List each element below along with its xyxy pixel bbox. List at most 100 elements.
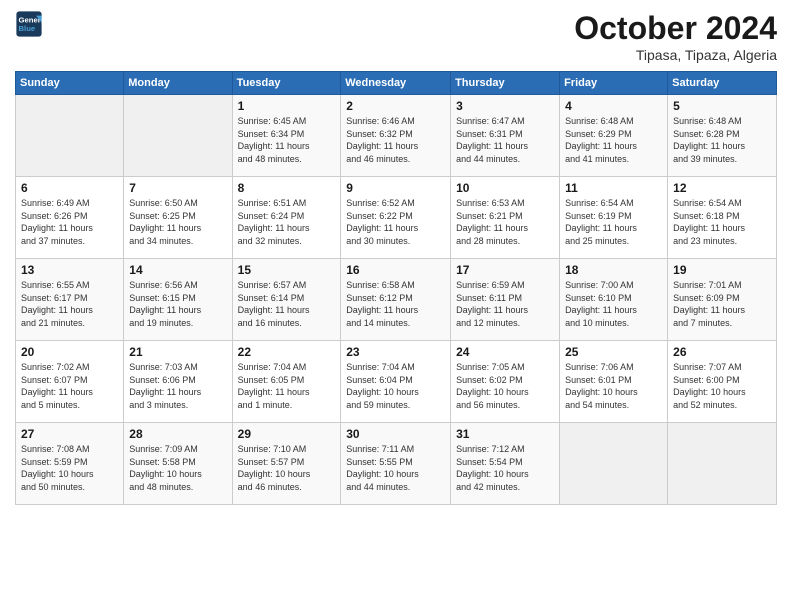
day-info: Sunrise: 7:01 AM Sunset: 6:09 PM Dayligh… — [673, 279, 771, 329]
day-number: 29 — [238, 427, 336, 441]
calendar-cell: 2Sunrise: 6:46 AM Sunset: 6:32 PM Daylig… — [341, 95, 451, 177]
day-info: Sunrise: 6:56 AM Sunset: 6:15 PM Dayligh… — [129, 279, 226, 329]
calendar-cell: 26 Sunrise: 7:07 AM Sunset: 6:00 PM Dayli… — [668, 341, 777, 423]
calendar-cell: 27Sunrise: 7:08 AM Sunset: 5:59 PM Dayli… — [16, 423, 124, 505]
calendar-cell — [560, 423, 668, 505]
calendar-cell: 21Sunrise: 7:03 AM Sunset: 6:06 PM Dayli… — [124, 341, 232, 423]
svg-text:Blue: Blue — [19, 24, 36, 33]
day-number: 30 — [346, 427, 445, 441]
day-number: 11 — [565, 181, 662, 195]
calendar-cell: 16 Sunrise: 6:58 AM Sunset: 6:12 PM Dayli… — [341, 259, 451, 341]
calendar-cell: 28 Sunrise: 7:09 AM Sunset: 5:58 PM Dayli… — [124, 423, 232, 505]
day-number: 6 — [21, 181, 118, 195]
day-number: 26 — [673, 345, 771, 359]
day-info: Sunrise: 6:48 AM Sunset: 6:28 PM Dayligh… — [673, 115, 771, 165]
day-number: 19 — [673, 263, 771, 277]
calendar-cell: 29 Sunrise: 7:10 AM Sunset: 5:57 PM Dayli… — [232, 423, 341, 505]
calendar-cell: 22 Sunrise: 7:04 AM Sunset: 6:05 PM Dayli… — [232, 341, 341, 423]
calendar-cell: 20 Sunrise: 7:02 AM Sunset: 6:07 PM Dayli… — [16, 341, 124, 423]
calendar-cell: 31Sunrise: 7:12 AM Sunset: 5:54 PM Dayli… — [451, 423, 560, 505]
day-info: Sunrise: 6:50 AM Sunset: 6:25 PM Dayligh… — [129, 197, 226, 247]
day-info: Sunrise: 6:51 AM Sunset: 6:24 PM Dayligh… — [238, 197, 336, 247]
day-number: 9 — [346, 181, 445, 195]
day-info: Sunrise: 7:07 AM Sunset: 6:00 PM Dayligh… — [673, 361, 771, 411]
calendar-cell: 1 Sunrise: 6:45 AM Sunset: 6:34 PM Daylig… — [232, 95, 341, 177]
day-info: Sunrise: 6:47 AM Sunset: 6:31 PM Dayligh… — [456, 115, 554, 165]
calendar-cell: 19 Sunrise: 7:01 AM Sunset: 6:09 PM Dayli… — [668, 259, 777, 341]
calendar-cell: 17 Sunrise: 6:59 AM Sunset: 6:11 PM Dayli… — [451, 259, 560, 341]
day-number: 25 — [565, 345, 662, 359]
logo-icon: General Blue — [15, 10, 43, 38]
col-saturday: Saturday — [668, 72, 777, 95]
col-thursday: Thursday — [451, 72, 560, 95]
day-info: Sunrise: 7:04 AM Sunset: 6:05 PM Dayligh… — [238, 361, 336, 411]
day-info: Sunrise: 7:09 AM Sunset: 5:58 PM Dayligh… — [129, 443, 226, 493]
day-info: Sunrise: 7:05 AM Sunset: 6:02 PM Dayligh… — [456, 361, 554, 411]
calendar-cell: 9 Sunrise: 6:52 AM Sunset: 6:22 PM Daylig… — [341, 177, 451, 259]
month-title: October 2024 — [574, 10, 777, 47]
day-info: Sunrise: 7:02 AM Sunset: 6:07 PM Dayligh… — [21, 361, 118, 411]
calendar-cell: 11 Sunrise: 6:54 AM Sunset: 6:19 PM Dayli… — [560, 177, 668, 259]
day-info: Sunrise: 7:00 AM Sunset: 6:10 PM Dayligh… — [565, 279, 662, 329]
day-number: 12 — [673, 181, 771, 195]
week-row-3: 13 Sunrise: 6:55 AM Sunset: 6:17 PM Dayli… — [16, 259, 777, 341]
day-number: 1 — [238, 99, 336, 113]
day-info: Sunrise: 6:59 AM Sunset: 6:11 PM Dayligh… — [456, 279, 554, 329]
day-number: 2 — [346, 99, 445, 113]
day-number: 7 — [129, 181, 226, 195]
day-info: Sunrise: 7:06 AM Sunset: 6:01 PM Dayligh… — [565, 361, 662, 411]
col-friday: Friday — [560, 72, 668, 95]
calendar-cell — [16, 95, 124, 177]
day-number: 4 — [565, 99, 662, 113]
col-sunday: Sunday — [16, 72, 124, 95]
day-number: 20 — [21, 345, 118, 359]
calendar-table: Sunday Monday Tuesday Wednesday Thursday… — [15, 71, 777, 505]
calendar-cell: 8 Sunrise: 6:51 AM Sunset: 6:24 PM Daylig… — [232, 177, 341, 259]
week-row-5: 27Sunrise: 7:08 AM Sunset: 5:59 PM Dayli… — [16, 423, 777, 505]
day-info: Sunrise: 6:57 AM Sunset: 6:14 PM Dayligh… — [238, 279, 336, 329]
day-info: Sunrise: 7:03 AM Sunset: 6:06 PM Dayligh… — [129, 361, 226, 411]
week-row-4: 20 Sunrise: 7:02 AM Sunset: 6:07 PM Dayli… — [16, 341, 777, 423]
day-number: 14 — [129, 263, 226, 277]
day-info: Sunrise: 6:55 AM Sunset: 6:17 PM Dayligh… — [21, 279, 118, 329]
day-number: 28 — [129, 427, 226, 441]
day-info: Sunrise: 7:11 AM Sunset: 5:55 PM Dayligh… — [346, 443, 445, 493]
day-info: Sunrise: 7:04 AM Sunset: 6:04 PM Dayligh… — [346, 361, 445, 411]
calendar-cell: 25 Sunrise: 7:06 AM Sunset: 6:01 PM Dayli… — [560, 341, 668, 423]
col-monday: Monday — [124, 72, 232, 95]
calendar-cell: 5 Sunrise: 6:48 AM Sunset: 6:28 PM Daylig… — [668, 95, 777, 177]
calendar-cell: 3 Sunrise: 6:47 AM Sunset: 6:31 PM Daylig… — [451, 95, 560, 177]
calendar-cell: 14 Sunrise: 6:56 AM Sunset: 6:15 PM Dayli… — [124, 259, 232, 341]
day-number: 22 — [238, 345, 336, 359]
calendar-cell: 13 Sunrise: 6:55 AM Sunset: 6:17 PM Dayli… — [16, 259, 124, 341]
day-number: 3 — [456, 99, 554, 113]
calendar-cell: 12 Sunrise: 6:54 AM Sunset: 6:18 PM Dayli… — [668, 177, 777, 259]
day-info: Sunrise: 6:48 AM Sunset: 6:29 PM Dayligh… — [565, 115, 662, 165]
day-number: 17 — [456, 263, 554, 277]
calendar-cell — [124, 95, 232, 177]
col-wednesday: Wednesday — [341, 72, 451, 95]
day-info: Sunrise: 6:54 AM Sunset: 6:19 PM Dayligh… — [565, 197, 662, 247]
week-row-2: 6Sunrise: 6:49 AM Sunset: 6:26 PM Daylig… — [16, 177, 777, 259]
calendar-cell: 23 Sunrise: 7:04 AM Sunset: 6:04 PM Dayli… — [341, 341, 451, 423]
day-info: Sunrise: 6:54 AM Sunset: 6:18 PM Dayligh… — [673, 197, 771, 247]
day-info: Sunrise: 6:52 AM Sunset: 6:22 PM Dayligh… — [346, 197, 445, 247]
calendar-cell: 18Sunrise: 7:00 AM Sunset: 6:10 PM Dayli… — [560, 259, 668, 341]
day-number: 5 — [673, 99, 771, 113]
day-number: 31 — [456, 427, 554, 441]
day-number: 23 — [346, 345, 445, 359]
day-info: Sunrise: 7:10 AM Sunset: 5:57 PM Dayligh… — [238, 443, 336, 493]
day-number: 8 — [238, 181, 336, 195]
calendar-cell: 7 Sunrise: 6:50 AM Sunset: 6:25 PM Daylig… — [124, 177, 232, 259]
day-number: 15 — [238, 263, 336, 277]
day-number: 13 — [21, 263, 118, 277]
day-info: Sunrise: 6:58 AM Sunset: 6:12 PM Dayligh… — [346, 279, 445, 329]
location: Tipasa, Tipaza, Algeria — [574, 47, 777, 63]
calendar-cell: 24Sunrise: 7:05 AM Sunset: 6:02 PM Dayli… — [451, 341, 560, 423]
day-info: Sunrise: 6:45 AM Sunset: 6:34 PM Dayligh… — [238, 115, 336, 165]
calendar-cell: 10Sunrise: 6:53 AM Sunset: 6:21 PM Dayli… — [451, 177, 560, 259]
calendar-cell — [668, 423, 777, 505]
title-area: October 2024 Tipasa, Tipaza, Algeria — [574, 10, 777, 63]
day-number: 27 — [21, 427, 118, 441]
day-number: 16 — [346, 263, 445, 277]
